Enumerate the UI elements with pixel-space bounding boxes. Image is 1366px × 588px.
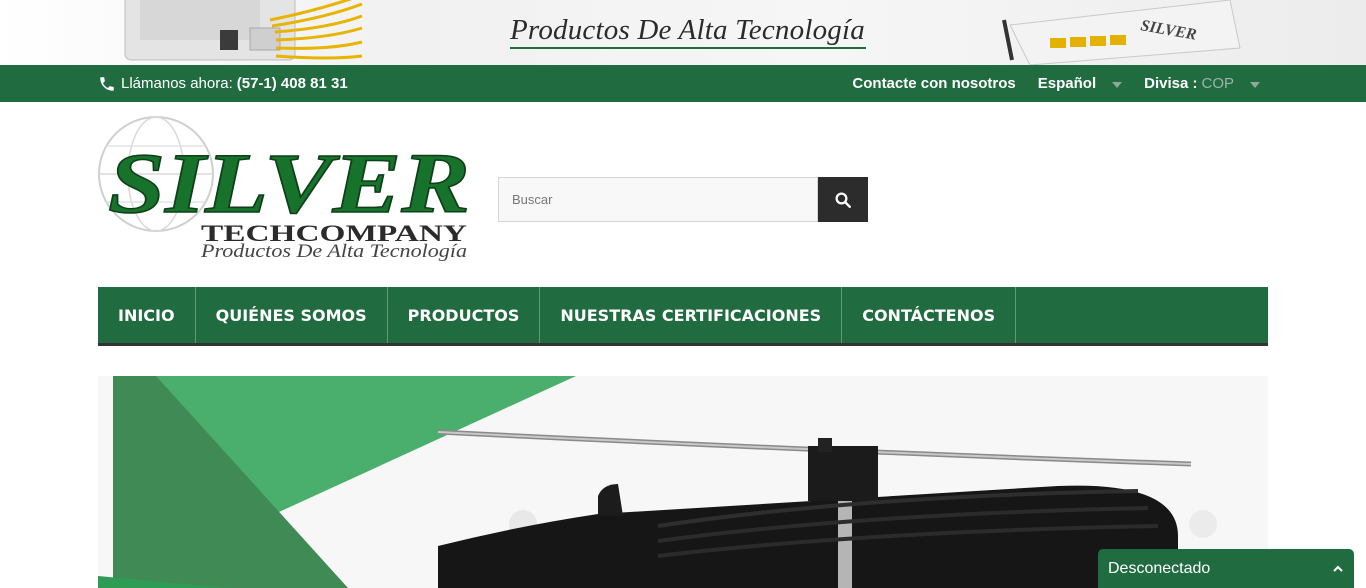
nav-item-certificaciones[interactable]: NUESTRAS CERTIFICACIONES xyxy=(540,287,843,343)
hero-slider[interactable] xyxy=(98,376,1268,588)
live-chat-tab[interactable]: Desconectado xyxy=(1098,549,1354,588)
top-banner[interactable]: Productos De Alta Tecnología SILVER xyxy=(0,0,1366,65)
hero-image xyxy=(98,376,1268,588)
search-icon xyxy=(835,192,851,208)
main-nav: INICIO QUIÉNES SOMOS PRODUCTOS NUESTRAS … xyxy=(98,287,1268,346)
banner-underline xyxy=(510,47,866,49)
currency-selector[interactable]: Divisa : COP xyxy=(1144,75,1260,92)
chat-status: Desconectado xyxy=(1108,559,1211,577)
nav-item-contactenos[interactable]: CONTÁCTENOS xyxy=(842,287,1017,343)
call-label: Llámanos ahora: xyxy=(121,75,233,92)
language-value: Español xyxy=(1037,75,1097,92)
language-selector[interactable]: Español xyxy=(1037,75,1123,92)
banner-tagline: Productos De Alta Tecnología xyxy=(510,14,865,46)
phone-number[interactable]: (57-1) 408 81 31 xyxy=(237,75,348,92)
nav-item-inicio[interactable]: INICIO xyxy=(98,287,196,343)
chevron-up-icon xyxy=(1333,565,1343,572)
contact-link[interactable]: Contacte con nosotros xyxy=(852,75,1015,92)
fiber-box-image xyxy=(124,0,363,61)
chevron-down-icon xyxy=(1112,82,1123,88)
top-bar: Llámanos ahora: (57-1) 408 81 31 Contact… xyxy=(0,65,1366,102)
search-form xyxy=(498,177,868,222)
search-input[interactable] xyxy=(498,177,818,222)
nav-item-productos[interactable]: PRODUCTOS xyxy=(388,287,541,343)
phone-icon xyxy=(100,76,114,91)
call-us: Llámanos ahora: (57-1) 408 81 31 xyxy=(98,65,348,102)
currency-value: COP xyxy=(1201,75,1234,92)
currency-label: Divisa : xyxy=(1144,75,1198,92)
search-button[interactable] xyxy=(818,177,868,222)
router-image: SILVER xyxy=(1002,0,1241,65)
top-links: Contacte con nosotros Español Divisa : C… xyxy=(830,65,1260,102)
site-logo[interactable]: SILVER TECHCOMPANY Productos De Alta Tec… xyxy=(98,116,470,266)
nav-item-quienes-somos[interactable]: QUIÉNES SOMOS xyxy=(196,287,388,343)
logo-tagline: Productos De Alta Tecnología xyxy=(200,241,467,262)
chevron-down-icon xyxy=(1250,82,1260,88)
logo-brand: SILVER xyxy=(108,135,470,231)
